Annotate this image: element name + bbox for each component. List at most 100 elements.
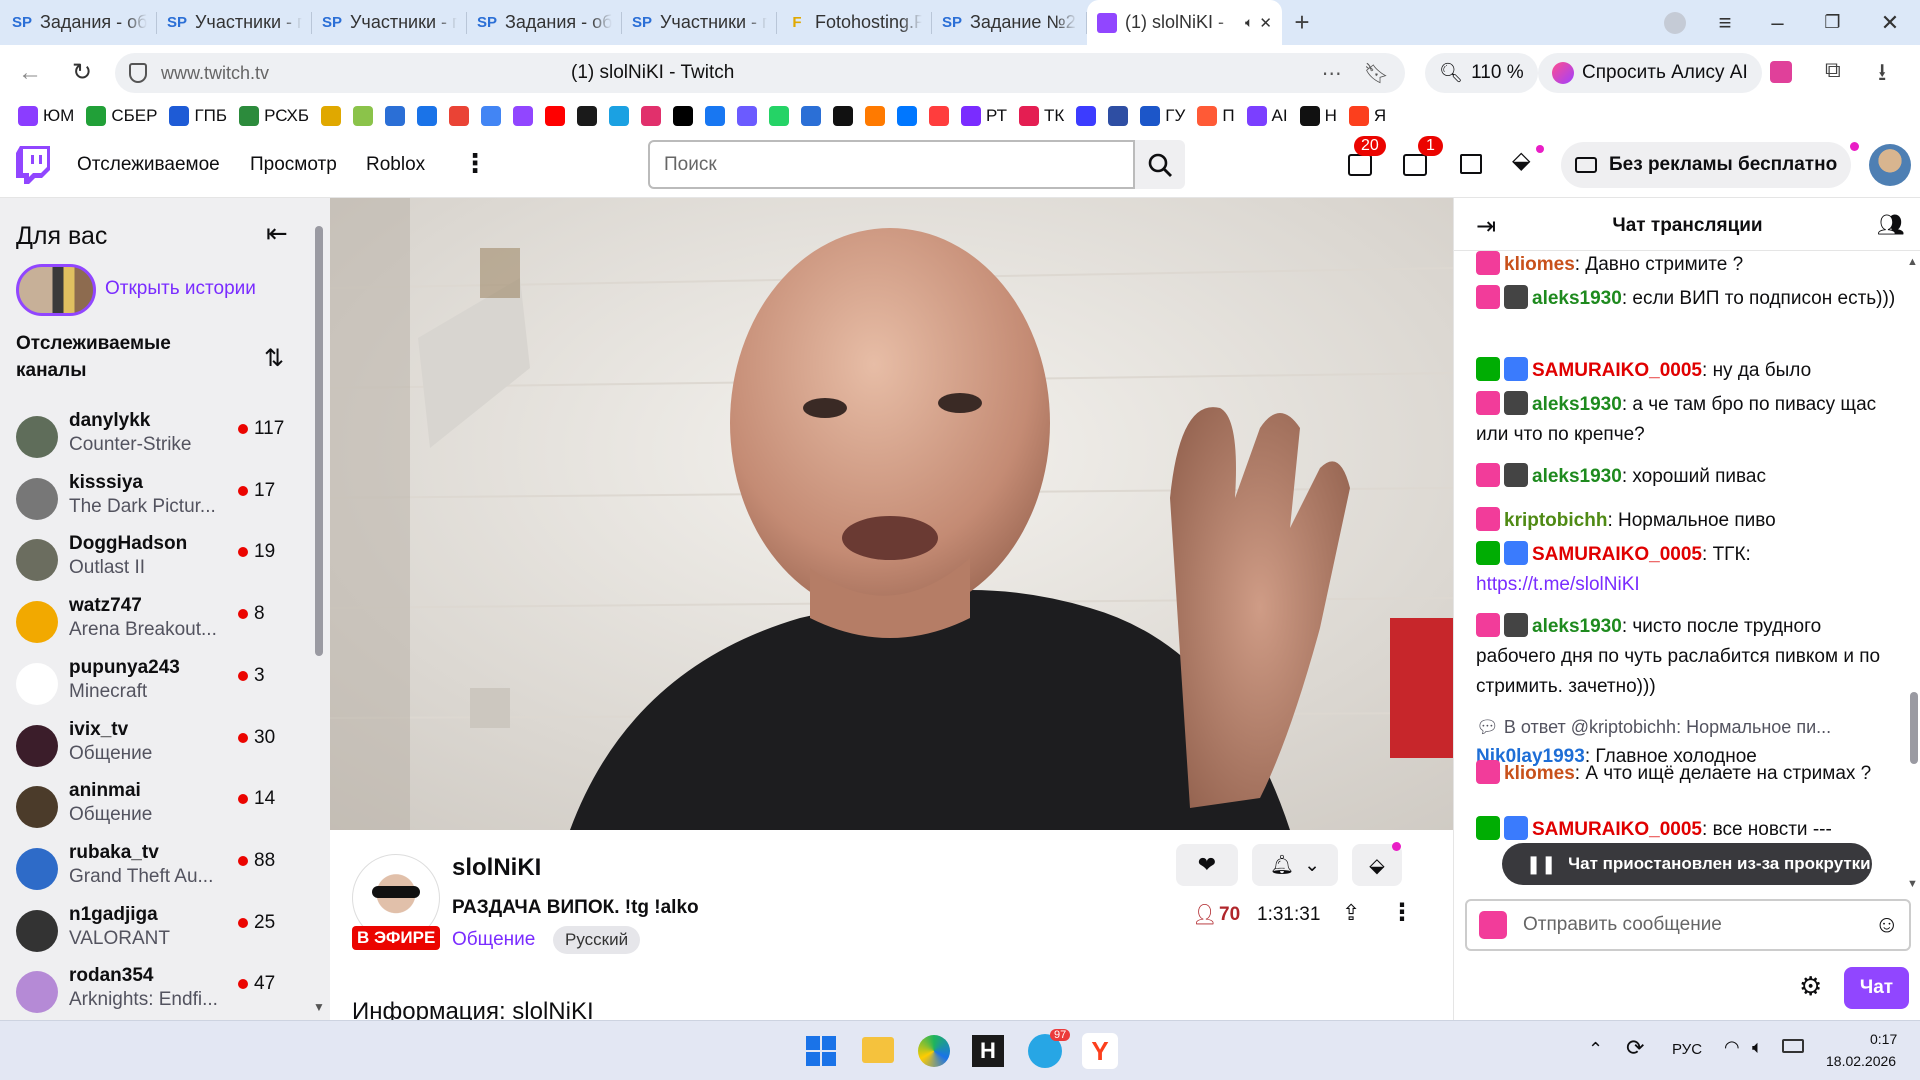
file-explorer-icon[interactable] bbox=[862, 1037, 894, 1063]
chat-username[interactable]: SAMURAIKO_0005 bbox=[1532, 360, 1702, 381]
chat-badge-icon[interactable] bbox=[1479, 911, 1507, 939]
subscriber-badge-icon[interactable] bbox=[1476, 507, 1500, 531]
chat-scroll-up-icon[interactable]: ▲ bbox=[1907, 256, 1918, 268]
browser-tab[interactable]: SP Участники - проф bbox=[312, 0, 467, 45]
followed-channel-item[interactable]: rubaka_tv Grand Theft Au... 88 bbox=[16, 838, 296, 898]
chat-username[interactable]: SAMURAIKO_0005 bbox=[1532, 819, 1702, 840]
bookmark-item[interactable] bbox=[609, 106, 630, 126]
chat-input[interactable]: Отправить сообщение ☺ bbox=[1465, 899, 1911, 951]
chat-username[interactable]: kliomes bbox=[1504, 763, 1575, 784]
subscriber-badge-icon[interactable] bbox=[1476, 760, 1500, 784]
sort-icon[interactable]: ⇅ bbox=[264, 344, 284, 373]
battery-icon[interactable] bbox=[1782, 1039, 1804, 1053]
search-button[interactable] bbox=[1135, 140, 1185, 189]
chat-username[interactable]: kriptobichh bbox=[1504, 510, 1607, 531]
subscriber-badge-icon[interactable] bbox=[1476, 285, 1500, 309]
edge-icon[interactable] bbox=[918, 1035, 950, 1067]
bookmark-item[interactable] bbox=[801, 106, 822, 126]
followed-channel-item[interactable]: n1gadjiga VALORANT 25 bbox=[16, 900, 296, 960]
close-tab-icon[interactable]: ✕ bbox=[1259, 14, 1272, 32]
browser-tab[interactable]: SP Участники - проф bbox=[622, 0, 777, 45]
chat-message[interactable]: kliomes: А что ищё делаете на стримах ? bbox=[1476, 759, 1896, 789]
chat-message[interactable]: SAMURAIKO_0005: все новсти --- bbox=[1476, 815, 1896, 845]
bookmark-item[interactable]: ЮМ bbox=[18, 106, 74, 126]
more-options-icon[interactable]: ⋮ bbox=[462, 148, 488, 179]
app-h-icon[interactable]: H bbox=[972, 1035, 1004, 1067]
restore-icon[interactable]: ❐ bbox=[1805, 0, 1860, 45]
open-stories-link[interactable]: Открыть истории bbox=[105, 278, 256, 300]
browser-tab[interactable]: SP Задания - общий с bbox=[467, 0, 622, 45]
sync-icon[interactable]: ⟳ bbox=[1626, 1035, 1644, 1061]
bookmark-item[interactable] bbox=[833, 106, 854, 126]
verified-badge-icon[interactable] bbox=[1504, 816, 1528, 840]
bookmark-item[interactable]: AI bbox=[1246, 106, 1288, 126]
chat-settings-icon[interactable]: ⚙ bbox=[1799, 971, 1822, 1002]
bookmark-item[interactable] bbox=[1076, 106, 1097, 126]
bookmark-item[interactable] bbox=[929, 106, 950, 126]
speaker-icon[interactable]: 🔈︎ bbox=[1245, 14, 1253, 31]
bookmark-item[interactable] bbox=[769, 106, 790, 126]
send-chat-button[interactable]: Чат bbox=[1844, 967, 1909, 1009]
bookmark-item[interactable]: РТ bbox=[961, 106, 1007, 126]
wifi-icon[interactable]: ◠ bbox=[1724, 1037, 1740, 1058]
user-avatar[interactable] bbox=[1869, 144, 1911, 186]
bookmark-item[interactable] bbox=[481, 106, 502, 126]
bookmark-item[interactable] bbox=[705, 106, 726, 126]
nav-browse-link[interactable]: Просмотр bbox=[250, 154, 337, 176]
bookmark-item[interactable]: ТК bbox=[1019, 106, 1064, 126]
qr-badge-icon[interactable] bbox=[1504, 613, 1528, 637]
close-window-icon[interactable]: ✕ bbox=[1860, 0, 1920, 45]
bookmark-item[interactable]: ГУ bbox=[1140, 106, 1185, 126]
followed-channel-item[interactable]: aninmai Общение 14 bbox=[16, 776, 296, 836]
new-tab-button[interactable]: + bbox=[1282, 0, 1322, 45]
verified-badge-icon[interactable] bbox=[1504, 541, 1528, 565]
whispers-icon[interactable] bbox=[1460, 154, 1482, 174]
bookmark-item[interactable] bbox=[417, 106, 438, 126]
subscriber-badge-icon[interactable] bbox=[1476, 391, 1500, 415]
bookmark-item[interactable] bbox=[897, 106, 918, 126]
yandex-browser-icon[interactable]: Y bbox=[1082, 1033, 1118, 1069]
browser-tab[interactable]: (1) slolNiKI - 🔈︎ ✕ bbox=[1087, 0, 1282, 45]
emoji-icon[interactable]: ☺ bbox=[1874, 911, 1899, 939]
clock-date[interactable]: 18.02.2026 bbox=[1826, 1053, 1896, 1069]
moderator-badge-icon[interactable] bbox=[1476, 357, 1500, 381]
bookmark-item[interactable] bbox=[321, 106, 342, 126]
bookmark-item[interactable]: РСХБ bbox=[239, 106, 309, 126]
notification-bell-button[interactable]: 🔔︎ ⌄ bbox=[1252, 844, 1338, 886]
followed-channel-item[interactable]: DoggHadson Outlast II 19 bbox=[16, 529, 296, 589]
chat-username[interactable]: SAMURAIKO_0005 bbox=[1532, 544, 1702, 565]
chat-link[interactable]: https://t.me/slolNiKI bbox=[1476, 574, 1640, 595]
chat-message[interactable]: aleks1930: если ВИП то подписон есть))) bbox=[1476, 284, 1896, 314]
subscriber-badge-icon[interactable] bbox=[1476, 613, 1500, 637]
bookmark-item[interactable]: Я bbox=[1348, 106, 1386, 126]
profile-icon[interactable] bbox=[1650, 0, 1700, 45]
minimize-icon[interactable]: – bbox=[1750, 0, 1805, 45]
extensions-icon[interactable]: ⧉ bbox=[1825, 57, 1841, 83]
browser-tab[interactable]: SP Задание №28992 bbox=[932, 0, 1087, 45]
more-icon[interactable]: ⋯ bbox=[1322, 61, 1342, 86]
follow-button[interactable]: ❤︎ bbox=[1176, 844, 1238, 886]
qr-badge-icon[interactable] bbox=[1504, 463, 1528, 487]
bookmark-item[interactable] bbox=[673, 106, 694, 126]
category-link[interactable]: Общение bbox=[452, 929, 535, 951]
browser-tab[interactable]: SP Задания - общий с bbox=[2, 0, 157, 45]
bookmark-item[interactable]: ГПБ bbox=[169, 106, 227, 126]
moderator-badge-icon[interactable] bbox=[1476, 541, 1500, 565]
bookmark-item[interactable] bbox=[449, 106, 470, 126]
twitch-logo-icon[interactable] bbox=[16, 146, 50, 184]
alice-button[interactable]: Спросить Алису AI bbox=[1538, 53, 1762, 93]
notifications-icon[interactable] bbox=[1403, 154, 1427, 176]
chat-message[interactable]: aleks1930: чисто после трудного рабочего… bbox=[1476, 612, 1896, 702]
nav-following-link[interactable]: Отслеживаемое bbox=[77, 154, 220, 176]
browser-tab[interactable]: F Fotohosting.Pro - С bbox=[777, 0, 932, 45]
bookmark-icon[interactable]: 🔖︎ bbox=[1364, 61, 1389, 86]
chevron-up-icon[interactable]: ⌃ bbox=[1588, 1039, 1603, 1060]
followed-channel-item[interactable]: danylykk Counter-Strike 117 bbox=[16, 406, 296, 466]
chat-users-icon[interactable]: 👥︎ bbox=[1877, 212, 1905, 238]
scroll-down-arrow-icon[interactable]: ▼ bbox=[313, 1000, 325, 1014]
bookmark-item[interactable]: П bbox=[1197, 106, 1235, 126]
inbox-icon[interactable] bbox=[1348, 154, 1372, 176]
followed-channel-item[interactable]: pupunya243 Minecraft 3 bbox=[16, 653, 296, 713]
chat-message[interactable]: aleks1930: а че там бро по пивасу щас ил… bbox=[1476, 390, 1896, 450]
chat-scroll-down-icon[interactable]: ▼ bbox=[1907, 878, 1918, 890]
